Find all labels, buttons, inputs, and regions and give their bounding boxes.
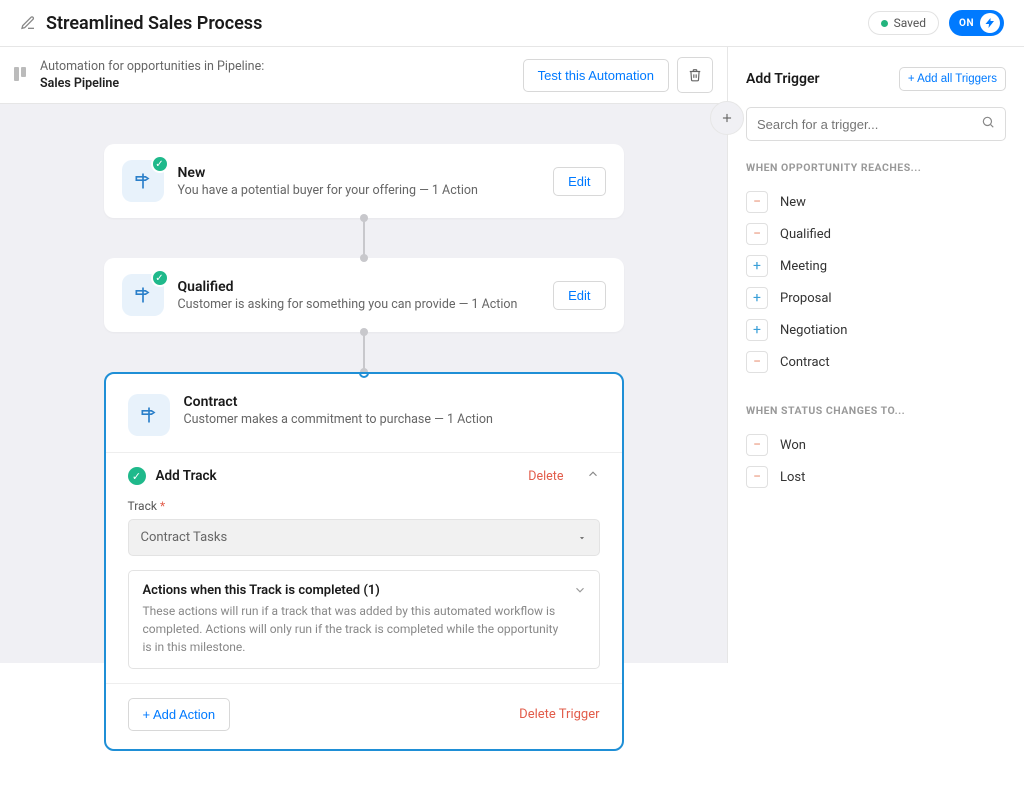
subheader-line2: Sales Pipeline (40, 76, 264, 91)
trigger-label: Proposal (780, 291, 832, 306)
actions-description: These actions will run if a track that w… (143, 602, 585, 656)
card-subtitle: You have a potential buyer for your offe… (178, 183, 540, 198)
status-dot-icon (881, 20, 888, 27)
plus-icon (720, 111, 734, 125)
trigger-item[interactable]: + Proposal (746, 282, 1006, 314)
check-icon: ✓ (128, 467, 146, 485)
trigger-label: Contract (780, 355, 830, 370)
trigger-item[interactable]: + Meeting (746, 250, 1006, 282)
plus-icon: + (746, 319, 768, 341)
connector (363, 332, 365, 372)
trigger-label: Negotiation (780, 323, 847, 338)
signpost-icon (133, 171, 153, 191)
minus-icon: − (746, 351, 768, 373)
card-title: New (178, 165, 540, 181)
minus-icon: − (746, 434, 768, 456)
trigger-item[interactable]: −Won (746, 429, 1006, 461)
track-completed-actions-panel[interactable]: Actions when this Track is completed (1)… (128, 570, 600, 669)
milestone-icon: ✓ (122, 274, 164, 316)
page-title: Streamlined Sales Process (46, 13, 262, 34)
trigger-label: Qualified (780, 227, 831, 242)
signpost-icon (133, 285, 153, 305)
minus-icon: − (746, 191, 768, 213)
trash-icon (688, 68, 702, 82)
add-track-label: Add Track (156, 468, 519, 484)
test-automation-button[interactable]: Test this Automation (523, 59, 669, 92)
check-icon: ✓ (151, 269, 169, 287)
milestone-icon: ✓ (122, 160, 164, 202)
check-icon: ✓ (151, 155, 169, 173)
minus-icon: − (746, 466, 768, 488)
trigger-item[interactable]: −New (746, 186, 1006, 218)
signpost-icon (139, 405, 159, 425)
delete-track-link[interactable]: Delete (528, 469, 563, 484)
chevron-down-icon (573, 583, 587, 597)
add-panel-button[interactable] (710, 101, 744, 135)
add-all-triggers-button[interactable]: + Add all Triggers (899, 67, 1006, 91)
milestone-card-qualified[interactable]: ✓ Qualified Customer is asking for somet… (104, 258, 624, 332)
expand-actions-toggle[interactable] (573, 583, 587, 601)
track-field-label: Track * (128, 499, 600, 513)
collapse-toggle[interactable] (586, 467, 600, 485)
card-title: Qualified (178, 279, 540, 295)
caret-down-icon (577, 533, 587, 543)
card-subtitle: Customer is asking for something you can… (178, 297, 540, 312)
trigger-item[interactable]: −Contract (746, 346, 1006, 378)
delete-trigger-link[interactable]: Delete Trigger (519, 707, 599, 722)
pipeline-icon (14, 67, 30, 83)
chevron-up-icon (586, 467, 600, 481)
add-action-button[interactable]: + Add Action (128, 698, 231, 731)
milestone-icon (128, 394, 170, 436)
trigger-group-label: When Status Changes To... (746, 404, 1006, 417)
trigger-search[interactable] (746, 107, 1006, 141)
edit-button[interactable]: Edit (553, 281, 605, 310)
toggle-label: ON (959, 18, 974, 29)
edit-button[interactable]: Edit (553, 167, 605, 196)
trigger-label: New (780, 195, 806, 210)
milestone-card-new[interactable]: ✓ New You have a potential buyer for you… (104, 144, 624, 218)
subheader-line1: Automation for opportunities in Pipeline… (40, 59, 264, 74)
delete-automation-button[interactable] (677, 57, 713, 93)
track-select[interactable]: Contract Tasks (128, 519, 600, 556)
plus-icon: + (746, 287, 768, 309)
bolt-icon (980, 13, 1000, 33)
trigger-group-label: When Opportunity Reaches... (746, 161, 1006, 174)
milestone-card-contract-expanded: Contract Customer makes a commitment to … (104, 372, 624, 751)
required-asterisk: * (160, 499, 165, 513)
sidebar: Add Trigger + Add all Triggers When Oppo… (728, 47, 1024, 663)
track-select-value: Contract Tasks (141, 530, 228, 545)
trigger-item[interactable]: + Negotiation (746, 314, 1006, 346)
sidebar-title: Add Trigger (746, 71, 820, 87)
subheader: Automation for opportunities in Pipeline… (0, 47, 727, 104)
card-subtitle: Customer makes a commitment to purchase … (184, 412, 600, 427)
saved-label: Saved (894, 16, 926, 30)
topbar: Streamlined Sales Process Saved ON (0, 0, 1024, 47)
plus-icon: + (746, 255, 768, 277)
actions-title: Actions when this Track is completed (1) (143, 583, 585, 598)
trigger-label: Meeting (780, 259, 827, 274)
trigger-item[interactable]: −Qualified (746, 218, 1006, 250)
search-input[interactable] (757, 117, 981, 132)
trigger-label: Won (780, 438, 806, 453)
canvas: Automation for opportunities in Pipeline… (0, 47, 728, 663)
saved-indicator: Saved (868, 11, 939, 35)
automation-toggle[interactable]: ON (949, 10, 1004, 36)
search-icon (981, 115, 995, 133)
connector (363, 218, 365, 258)
trigger-label: Lost (780, 470, 805, 485)
trigger-item[interactable]: −Lost (746, 461, 1006, 493)
minus-icon: − (746, 223, 768, 245)
card-title: Contract (184, 394, 600, 410)
pencil-icon[interactable] (20, 15, 36, 31)
